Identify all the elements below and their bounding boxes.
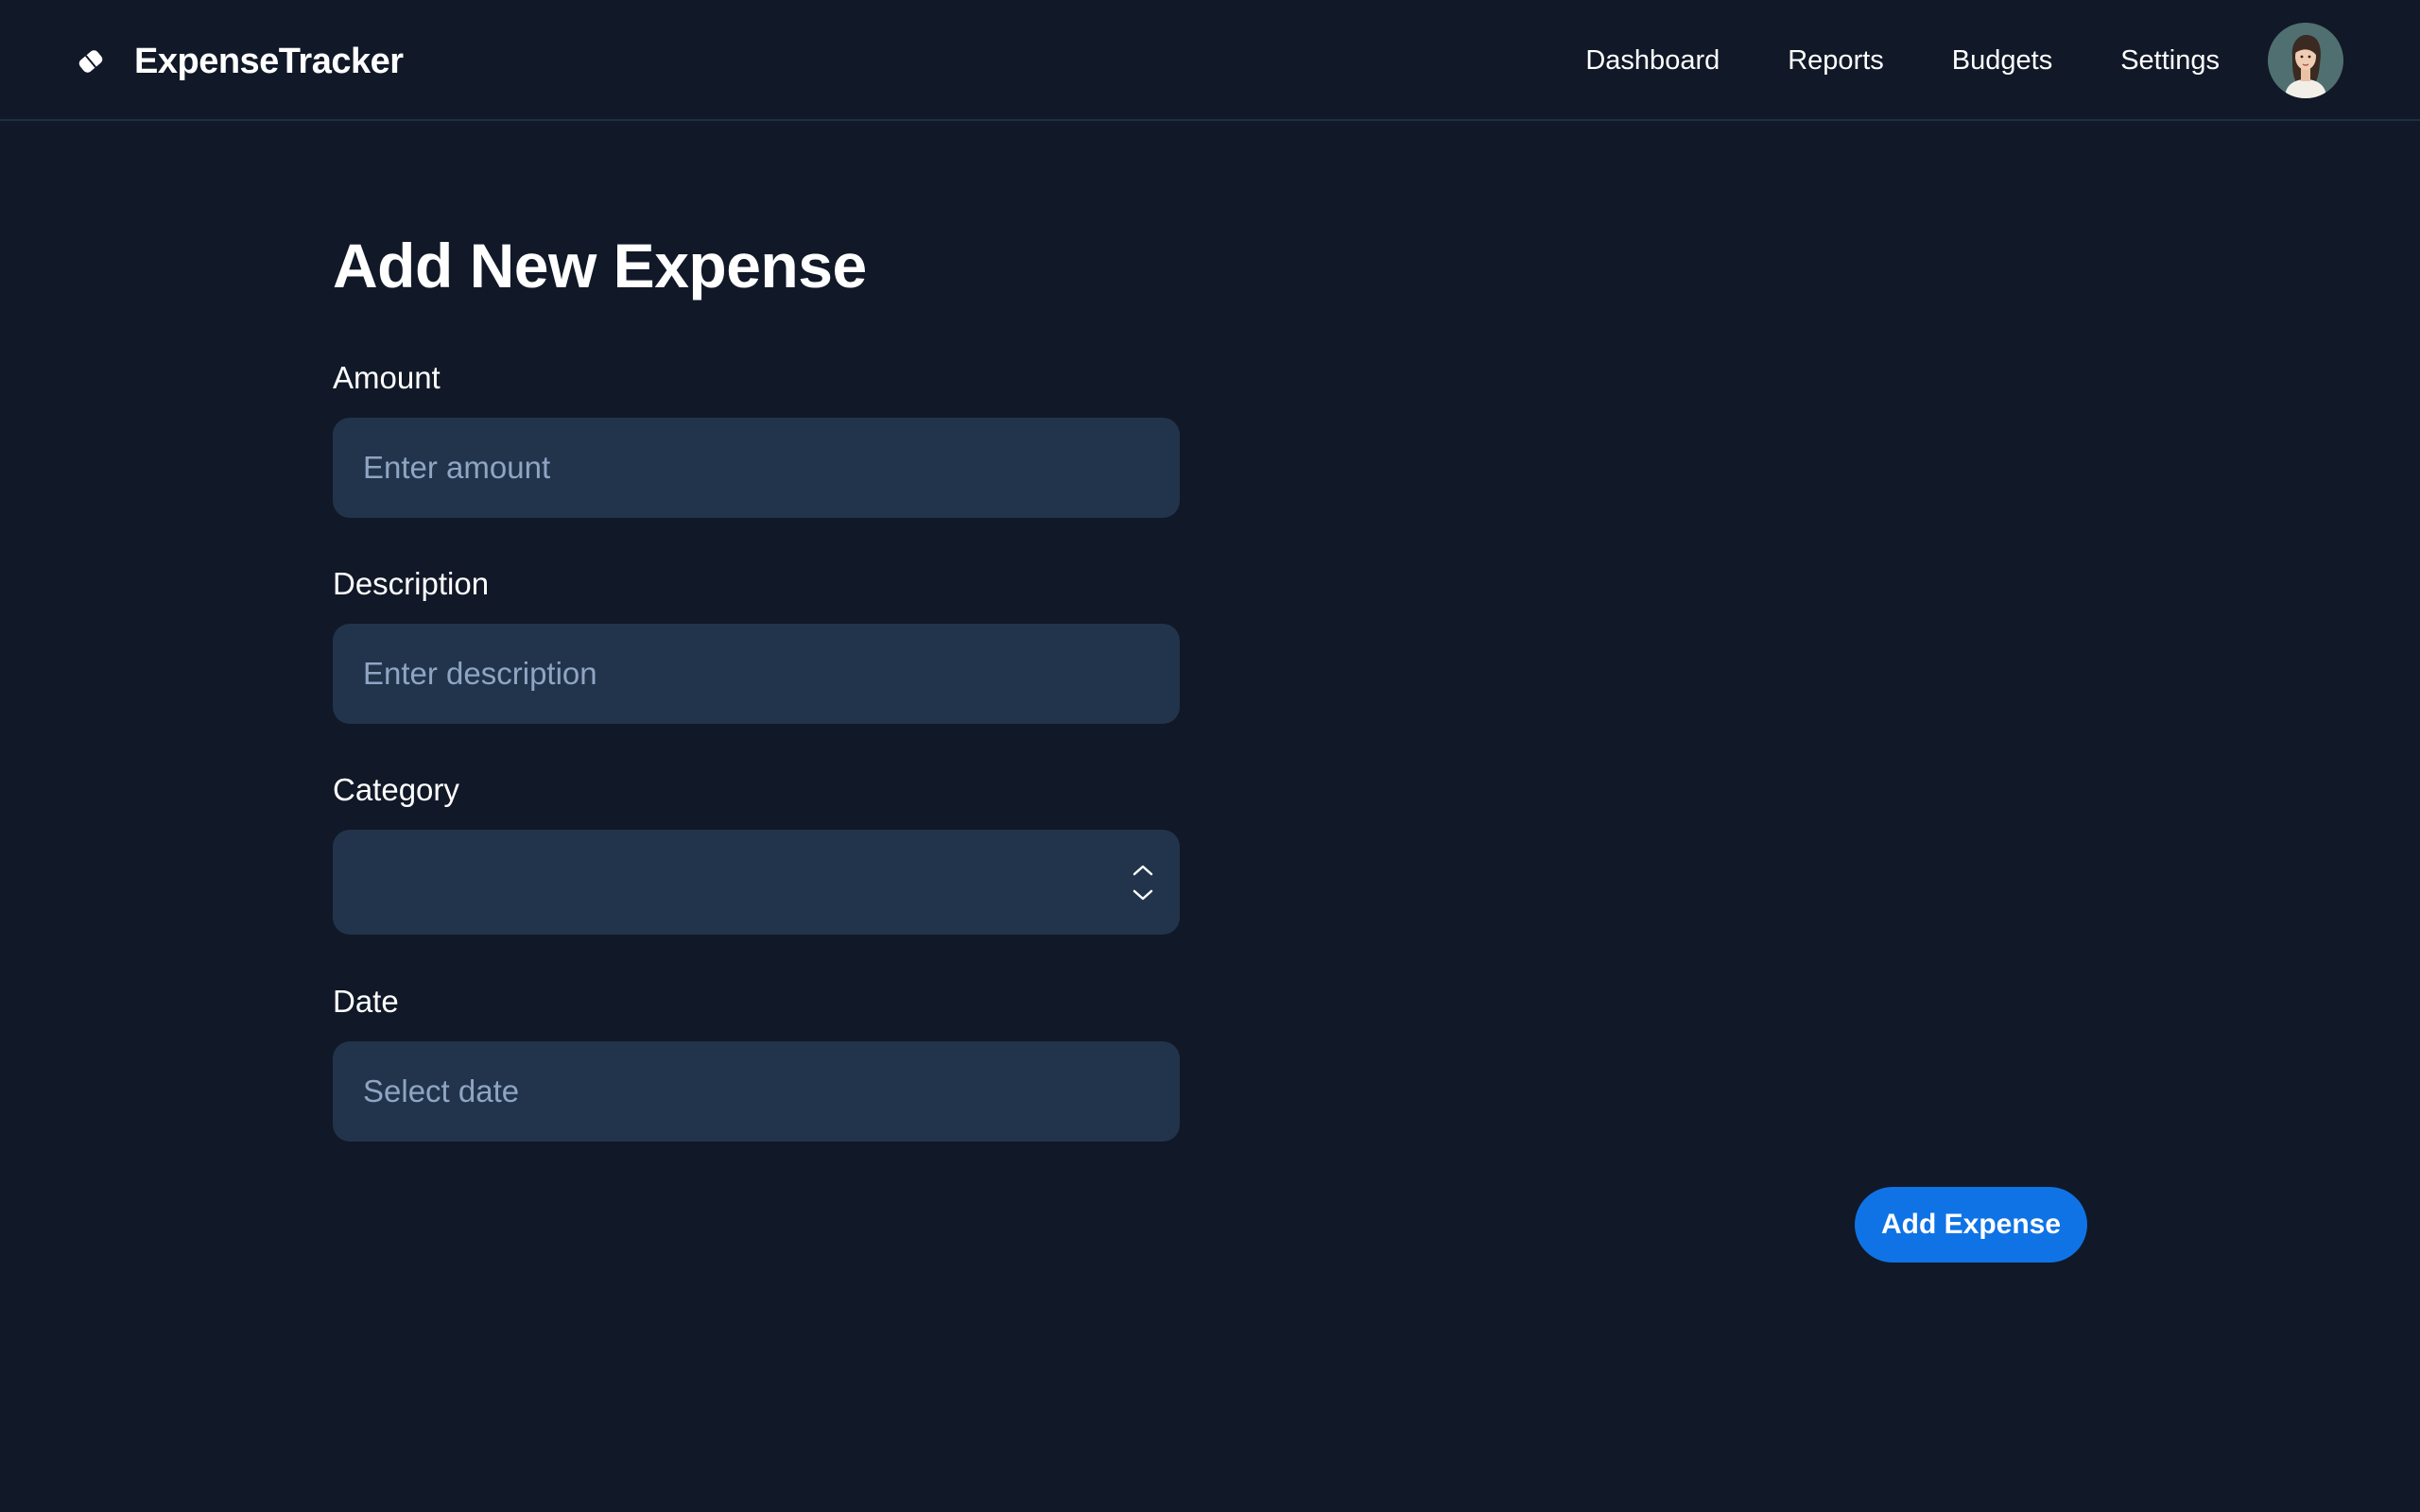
avatar-portrait-icon: [2268, 23, 2343, 98]
brand[interactable]: ExpenseTracker: [76, 34, 404, 89]
user-avatar[interactable]: [2268, 23, 2343, 98]
date-input[interactable]: [333, 1041, 1180, 1142]
nav-item-dashboard[interactable]: Dashboard: [1585, 45, 1720, 77]
description-input[interactable]: [333, 624, 1180, 724]
nav-item-budgets[interactable]: Budgets: [1952, 45, 2052, 77]
nav-item-settings[interactable]: Settings: [2120, 45, 2220, 77]
top-navigation-bar: ExpenseTracker Dashboard Reports Budgets…: [0, 0, 2420, 121]
category-select[interactable]: [333, 830, 1180, 935]
category-label: Category: [333, 772, 459, 807]
add-expense-button[interactable]: Add Expense: [1855, 1187, 2087, 1263]
app-title: ExpenseTracker: [134, 41, 404, 81]
amount-label: Amount: [333, 360, 441, 395]
chevron-updown-icon: [1131, 861, 1155, 904]
ticket-tag-icon: [76, 46, 106, 77]
nav-item-reports[interactable]: Reports: [1788, 45, 1884, 77]
main-nav: Dashboard Reports Budgets Settings: [1585, 38, 2220, 83]
date-label: Date: [333, 984, 399, 1019]
page-title: Add New Expense: [333, 231, 867, 301]
description-label: Description: [333, 566, 490, 601]
amount-input[interactable]: [333, 418, 1180, 518]
